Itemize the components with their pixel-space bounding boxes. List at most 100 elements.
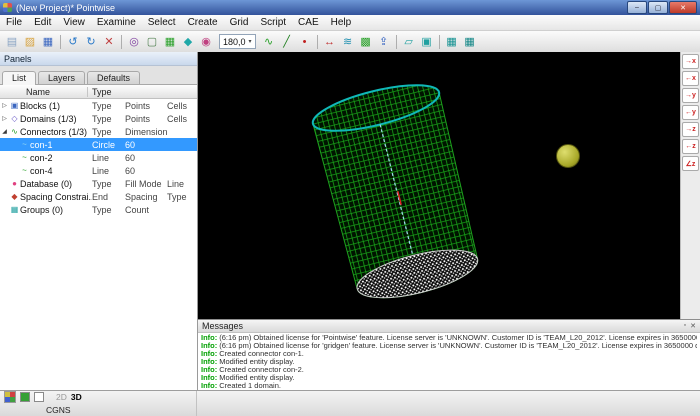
menu-item-script[interactable]: Script: [254, 15, 292, 30]
maximize-button[interactable]: ▢: [648, 1, 668, 14]
table-row[interactable]: ~con-4Line60: [0, 164, 197, 177]
menu-item-help[interactable]: Help: [325, 15, 358, 30]
tree-header[interactable]: Name Type: [0, 85, 197, 99]
chevron-down-icon[interactable]: ▾: [249, 38, 252, 45]
table-row[interactable]: ◆Spacing Constrai...EndSpacingType: [0, 190, 197, 203]
extrude-icon[interactable]: ⇪: [376, 34, 392, 50]
view-plus-y-button[interactable]: →y: [682, 88, 699, 103]
tree-item-label: Connectors (1/3): [20, 127, 92, 137]
undo-icon[interactable]: ↺: [65, 34, 81, 50]
view-plus-z-button[interactable]: →z: [682, 122, 699, 137]
menu-item-cae[interactable]: CAE: [292, 15, 325, 30]
tab-list[interactable]: List: [2, 71, 36, 85]
tree-item-label: con-4: [30, 166, 92, 176]
distribute-icon[interactable]: ≋: [340, 34, 356, 50]
log-text: Created connector con-2.: [219, 366, 304, 374]
menu-item-examine[interactable]: Examine: [91, 15, 142, 30]
table-row[interactable]: ▦Groups (0)TypeCount: [0, 203, 197, 216]
tree-item-c1: Line: [92, 153, 125, 163]
tree-item-label: con-1: [30, 140, 92, 150]
panels-sidebar: Panels List Layers Defaults Name Type ▷▣…: [0, 52, 198, 390]
menu-item-file[interactable]: File: [0, 15, 28, 30]
mode-2d-toggle[interactable]: 2D: [56, 392, 67, 402]
main-content: Panels List Layers Defaults Name Type ▷▣…: [0, 52, 700, 390]
tab-layers[interactable]: Layers: [38, 71, 85, 84]
view-plus-x-button[interactable]: →x: [682, 54, 699, 69]
column-header-type[interactable]: Type: [88, 87, 197, 97]
open-folder-icon[interactable]: ▨: [22, 34, 38, 50]
cae-mesh-icon[interactable]: ▦: [444, 34, 460, 50]
diamond-icon[interactable]: ◆: [180, 34, 196, 50]
tree-item-c2: Fill Mode: [125, 179, 167, 189]
log-level-label: Info:: [201, 382, 217, 390]
dimension-icon[interactable]: ↔: [322, 34, 338, 50]
tree-item-c2: Dimension: [125, 127, 167, 137]
viewport[interactable]: [198, 52, 680, 319]
color-swatch-white[interactable]: [34, 392, 44, 402]
save-icon[interactable]: ▦: [40, 34, 56, 50]
line-icon[interactable]: ╱: [279, 34, 295, 50]
table-row[interactable]: ●Database (0)TypeFill ModeLine: [0, 177, 197, 190]
view-toolbar: →x ←x →y ←y →z ←z ∠z: [680, 52, 700, 319]
solve-icon[interactable]: ▩: [358, 34, 374, 50]
menu-item-edit[interactable]: Edit: [28, 15, 57, 30]
cae-selector[interactable]: CGNS: [46, 405, 71, 415]
delete-icon[interactable]: ✕: [101, 34, 117, 50]
float-panel-icon[interactable]: ▫: [684, 322, 686, 330]
blocks-icon: ▣: [9, 101, 20, 110]
tree-item-c3: Cells: [167, 114, 197, 124]
rotation-angle-combo[interactable]: 180,0▾: [219, 34, 256, 49]
point-icon[interactable]: •: [297, 34, 313, 50]
tree-item-c2: Spacing: [125, 192, 167, 202]
chevron-icon[interactable]: ◢: [0, 128, 9, 135]
close-icon[interactable]: ✕: [690, 322, 696, 330]
log-line: Info:Created connector con-2.: [201, 366, 697, 374]
table-row[interactable]: ▷▣Blocks (1)TypePointsCells: [0, 99, 197, 112]
view-minus-z-button[interactable]: ←z: [682, 139, 699, 154]
redo-icon[interactable]: ↻: [83, 34, 99, 50]
assemble-domain-icon[interactable]: ▱: [401, 34, 417, 50]
palette-icon[interactable]: [4, 391, 16, 403]
tree-item-label: Spacing Constrai...: [20, 192, 92, 202]
cae-export-icon[interactable]: ▦: [462, 34, 478, 50]
panels-header[interactable]: Panels: [0, 52, 197, 66]
menu-item-select[interactable]: Select: [142, 15, 182, 30]
table-row[interactable]: ▷◇Domains (1/3)TypePointsCells: [0, 112, 197, 125]
mode-3d-toggle[interactable]: 3D: [71, 392, 82, 402]
color-swatch-green[interactable]: [20, 392, 30, 402]
log-line: Info:Modified entity display.: [201, 358, 697, 366]
chevron-icon[interactable]: ▷: [0, 102, 9, 109]
view-iso-button[interactable]: ∠z: [682, 156, 699, 171]
minimize-button[interactable]: –: [627, 1, 647, 14]
menu-item-view[interactable]: View: [57, 15, 91, 30]
assemble-block-icon[interactable]: ▣: [419, 34, 435, 50]
tree-item-c1: End: [92, 192, 125, 202]
close-button[interactable]: ✕: [669, 1, 697, 14]
tab-defaults[interactable]: Defaults: [87, 71, 140, 84]
view-minus-x-button[interactable]: ←x: [682, 71, 699, 86]
probe-icon[interactable]: ◉: [198, 34, 214, 50]
table-row[interactable]: ~con-2Line60: [0, 151, 197, 164]
examine-icon[interactable]: ◎: [126, 34, 142, 50]
column-header-name[interactable]: Name: [0, 87, 88, 97]
select-mode-icon[interactable]: ▢: [144, 34, 160, 50]
view-minus-y-button[interactable]: ←y: [682, 105, 699, 120]
grid-icon[interactable]: ▦: [162, 34, 178, 50]
menu-item-grid[interactable]: Grid: [224, 15, 255, 30]
curve-icon[interactable]: ∿: [261, 34, 277, 50]
new-file-icon[interactable]: ▤: [4, 34, 20, 50]
table-row[interactable]: ~con-1Circle60: [0, 138, 197, 151]
table-row[interactable]: ◢∿Connectors (1/3)TypeDimension: [0, 125, 197, 138]
log-text: Created connector con-1.: [219, 350, 304, 358]
toolbar-separator: [439, 35, 440, 49]
log-text: Created 1 domain.: [219, 382, 281, 390]
log-text: (6:16 pm) Obtained license for 'Pointwis…: [219, 334, 697, 342]
spacing-icon: ◆: [9, 192, 20, 201]
chevron-icon[interactable]: ▷: [0, 115, 9, 122]
messages-header[interactable]: Messages ▫ ✕: [198, 320, 700, 333]
titlebar[interactable]: (New Project)* Pointwise – ▢ ✕: [0, 0, 700, 15]
menu-item-create[interactable]: Create: [182, 15, 224, 30]
toolbar-separator: [60, 35, 61, 49]
cylinder-mesh-canvas: [198, 52, 680, 319]
tree-item-c3: Line: [167, 179, 197, 189]
